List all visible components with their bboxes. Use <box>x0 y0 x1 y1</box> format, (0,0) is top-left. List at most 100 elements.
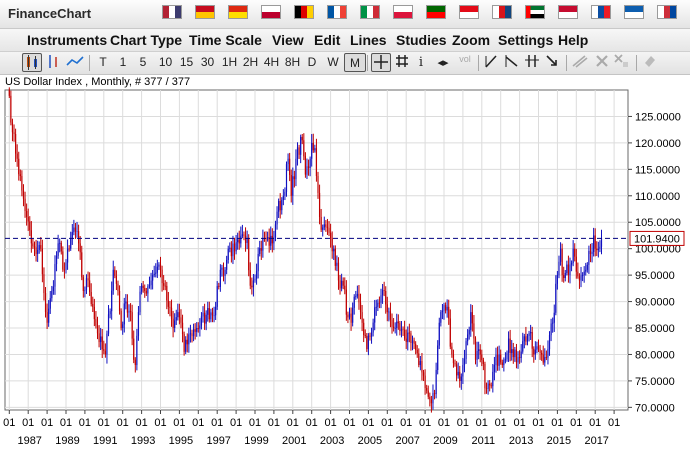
candle-body <box>388 311 390 313</box>
x-tick-label: 01 <box>608 417 620 429</box>
candle-body <box>526 336 529 342</box>
x-tick-label: 01 <box>532 417 544 429</box>
y-tick-label: 70.0000 <box>635 402 675 414</box>
x-tick-label: 01 <box>41 417 53 429</box>
price-chart[interactable]: 125.0000 120.0000 115.0000 110.0000 105.0000… <box>0 0 690 457</box>
candle-body <box>44 293 47 313</box>
candle-body <box>112 269 114 291</box>
candle-body <box>440 312 442 323</box>
candle-body <box>281 199 283 211</box>
candle-body <box>419 361 421 366</box>
candle-body <box>370 332 373 337</box>
candle-body <box>545 357 547 358</box>
candle-body <box>115 275 117 284</box>
x-tick-label: 01 <box>211 417 223 429</box>
candle-body <box>43 274 45 294</box>
candle-body <box>186 339 188 345</box>
candle-body <box>204 312 206 324</box>
x-tick-label: 01 <box>154 417 166 429</box>
candle-body <box>185 339 187 352</box>
candle-body <box>59 242 61 244</box>
candle-body <box>539 349 541 353</box>
candle-body <box>178 312 180 318</box>
candle-body <box>159 264 162 270</box>
candle-body <box>544 357 546 363</box>
candle-body <box>352 307 354 323</box>
candle-body <box>503 359 505 366</box>
x-year-label: 1989 <box>55 435 79 447</box>
candle-body <box>589 250 592 254</box>
candle-body <box>259 248 261 254</box>
candle-body <box>600 238 603 247</box>
candle-body <box>133 338 135 360</box>
candle-body <box>155 272 157 274</box>
candle-body <box>515 349 518 363</box>
candle-body <box>311 142 313 159</box>
candle-body <box>470 312 472 330</box>
chart-grid <box>4 89 629 411</box>
candle-body <box>54 264 56 287</box>
candle-body <box>467 334 469 342</box>
candle-body <box>366 336 368 350</box>
candle-body <box>207 308 209 315</box>
candle-body <box>315 148 318 177</box>
candle-body <box>481 354 483 360</box>
candle-body <box>385 290 387 305</box>
candle-body <box>331 238 333 252</box>
candle-body <box>330 232 332 239</box>
candle-body <box>333 248 335 252</box>
candle-body <box>550 323 552 336</box>
candle-body <box>289 158 291 175</box>
candle-body <box>235 242 237 252</box>
candle-body <box>136 335 138 366</box>
candle-body <box>131 312 133 339</box>
last-price-label: 101.9400 <box>634 233 680 245</box>
candle-body <box>511 349 513 354</box>
candle-body <box>230 247 232 257</box>
x-year-label: 2009 <box>433 435 457 447</box>
candle-body <box>111 290 113 312</box>
candle-body <box>320 216 322 230</box>
x-tick-label: 01 <box>268 417 280 429</box>
candle-body <box>38 245 40 250</box>
candle-body <box>509 338 511 354</box>
candle-body <box>163 283 165 286</box>
candle-body <box>189 333 192 335</box>
candle-body <box>21 176 23 191</box>
candle-body <box>233 243 236 252</box>
candle-body <box>459 371 461 381</box>
candle-body <box>55 255 58 265</box>
candle-body <box>356 293 358 297</box>
candle-body <box>76 231 78 232</box>
candle-body <box>537 346 540 350</box>
candle-body <box>164 285 166 287</box>
candle-body <box>295 158 297 180</box>
candle-body <box>578 276 581 281</box>
candle-body <box>126 301 129 313</box>
x-year-label: 1995 <box>169 435 193 447</box>
candle-body <box>441 310 444 313</box>
candle-body <box>361 312 363 323</box>
x-tick-label: 01 <box>135 417 147 429</box>
candle-body <box>367 335 369 350</box>
candle-body <box>123 303 125 325</box>
x-year-label: 2005 <box>358 435 382 447</box>
candle-body <box>202 312 204 317</box>
candle-body <box>208 308 210 320</box>
candle-body <box>101 336 103 350</box>
candle-body <box>191 333 193 337</box>
candle-body <box>27 216 29 222</box>
candle-body <box>278 201 280 212</box>
candle-body <box>422 372 425 376</box>
candle-body <box>374 307 376 323</box>
candle-body <box>416 349 418 354</box>
candle-body <box>341 280 343 289</box>
candle-body <box>487 383 489 389</box>
candle-body <box>465 341 467 359</box>
candle-body <box>484 363 486 389</box>
candle-body <box>444 305 447 311</box>
candle-body <box>501 362 503 366</box>
candle-body <box>512 349 514 358</box>
candle-body <box>46 312 48 323</box>
candle-body <box>476 350 478 360</box>
